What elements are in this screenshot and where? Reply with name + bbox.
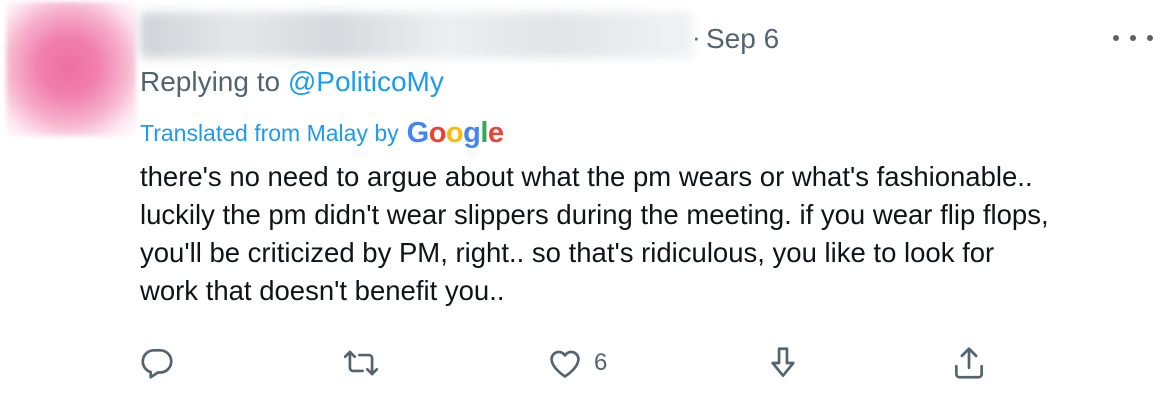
translation-notice: Translated from Malay by G o o g l e	[140, 115, 504, 151]
translation-label[interactable]: Translated from Malay by	[140, 120, 399, 147]
ellipsis-icon	[1147, 35, 1153, 41]
like-button[interactable]: 6	[546, 343, 607, 383]
download-arrow-icon	[771, 347, 795, 378]
tweet-text-line: luckily the pm didn't wear slippers duri…	[140, 199, 1049, 230]
more-options-button[interactable]	[1113, 26, 1153, 50]
google-logo: G o o g l e	[407, 117, 504, 150]
retweet-button[interactable]	[342, 343, 380, 383]
ellipsis-icon	[1113, 35, 1119, 41]
replying-to: Replying to @PoliticoMy	[140, 66, 444, 98]
replying-to-handle[interactable]: @PoliticoMy	[288, 66, 444, 97]
like-count: 6	[594, 349, 608, 376]
heart-icon	[550, 350, 580, 378]
share-icon	[954, 347, 984, 379]
author-name-blurred[interactable]	[140, 12, 693, 58]
reply-button[interactable]	[138, 343, 176, 383]
google-letter: o	[445, 116, 464, 149]
replying-to-label: Replying to	[140, 66, 281, 97]
retweet-icon	[343, 350, 379, 376]
tweet-text-line: you'll be criticized by PM, right.. so t…	[140, 237, 995, 268]
reply-icon	[141, 348, 173, 379]
separator-dot: ·	[692, 22, 701, 52]
share-button[interactable]	[950, 343, 988, 383]
ellipsis-icon	[1130, 35, 1136, 41]
tweet-text-line: there's no need to argue about what the …	[140, 161, 1033, 192]
google-letter: G	[406, 116, 430, 149]
download-button[interactable]	[764, 343, 802, 383]
google-letter: e	[487, 116, 504, 149]
tweet-date[interactable]: Sep 6	[706, 23, 779, 55]
tweet-text-line: work that doesn't benefit you..	[140, 275, 505, 306]
google-letter: l	[480, 116, 488, 149]
google-letter: o	[428, 116, 447, 149]
google-letter: g	[463, 116, 481, 149]
tweet-text: there's no need to argue about what the …	[140, 158, 1160, 310]
avatar[interactable]	[6, 2, 136, 136]
